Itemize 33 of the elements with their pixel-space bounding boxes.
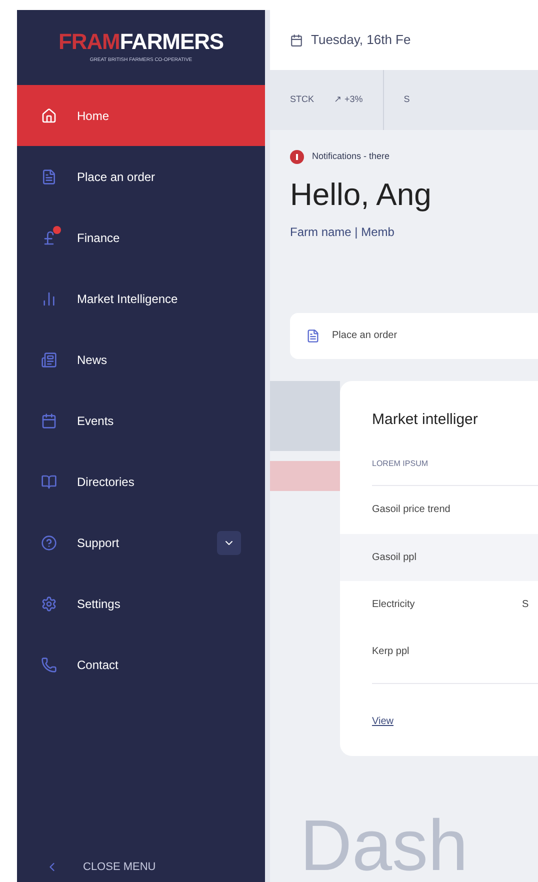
table-cell-text: Gasoil ppl [372, 550, 418, 565]
column-header: LOREM IPSUM [372, 458, 428, 470]
bar-chart-icon [41, 290, 57, 306]
newspaper-icon [41, 352, 57, 368]
place-order-button[interactable]: Place an order [290, 312, 538, 359]
view-link[interactable]: View [372, 716, 394, 727]
document-icon [306, 328, 320, 343]
table-cell-text: Kerp ppl [372, 644, 410, 659]
date-bar: Tuesday, 16th Fe [270, 10, 538, 70]
expand-toggle[interactable] [217, 530, 241, 554]
help-icon [41, 534, 57, 550]
table-cell-text: Electricity [372, 598, 416, 612]
accent-stripe [270, 460, 340, 491]
alert-icon [290, 150, 304, 164]
greeting: Hello, Ang [290, 176, 432, 214]
table-cell-text: S [522, 598, 529, 612]
background-panel [270, 380, 340, 451]
table-cell-text: Gasoil price trend [372, 503, 452, 518]
document-icon [41, 168, 57, 184]
home-icon [41, 108, 57, 124]
phone-icon [41, 656, 57, 672]
close-menu-button[interactable]: CLOSE MENU [17, 852, 265, 882]
notification-text: Notifications - there [312, 150, 390, 164]
ticker-symbol: STCK [290, 93, 314, 106]
book-icon [41, 474, 57, 490]
sidebar-item[interactable]: Home [17, 85, 265, 146]
card-title: Market intelliger [372, 410, 479, 430]
settings-icon [41, 596, 57, 612]
ticker-symbol: S [404, 93, 410, 106]
farm-subtitle: Farm name | Memb [290, 224, 396, 241]
calendar-icon [41, 412, 57, 428]
ticker-change: ↗ +3% [334, 93, 363, 106]
calendar-icon [290, 34, 303, 46]
